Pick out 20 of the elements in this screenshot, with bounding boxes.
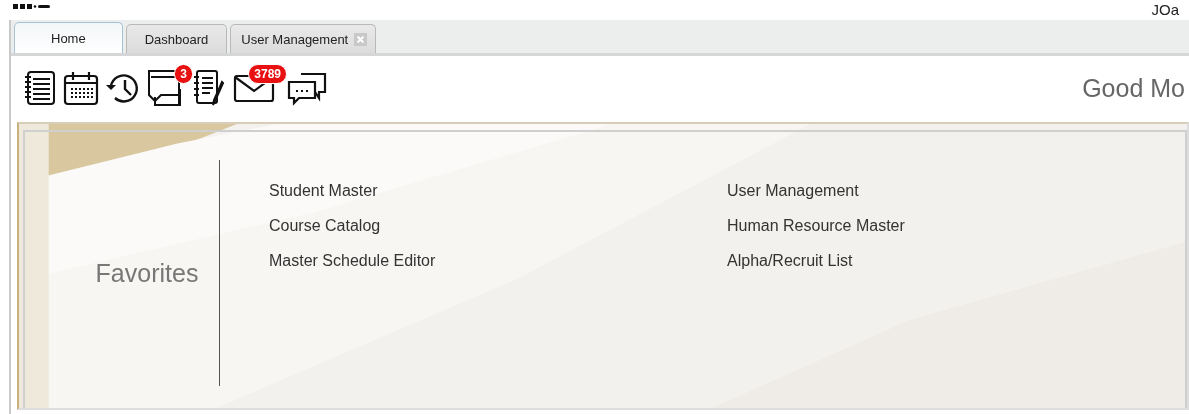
favorite-link[interactable]: Master Schedule Editor: [269, 252, 727, 270]
count-badge: 3: [174, 64, 193, 84]
count-badge: 3789: [248, 64, 287, 84]
tab[interactable]: Home: [14, 22, 123, 53]
logo-icon: [13, 2, 53, 10]
favorite-link[interactable]: User Management: [727, 182, 1185, 200]
tab[interactable]: Dashboard: [125, 24, 228, 53]
favorite-link[interactable]: Alpha/Recruit List: [727, 252, 1185, 270]
calendar-icon[interactable]: [63, 70, 99, 106]
tab[interactable]: User Management: [230, 24, 377, 53]
greeting-text: Good Mo: [1082, 73, 1185, 103]
notes-icon[interactable]: [147, 69, 181, 107]
user-name: JOa: [1151, 2, 1179, 17]
favorite-link[interactable]: Human Resource Master: [727, 217, 1185, 235]
chat-icon[interactable]: [287, 70, 327, 106]
notebook-icon[interactable]: [23, 70, 57, 106]
favorite-link[interactable]: Course Catalog: [269, 217, 727, 235]
notepad-pen-icon[interactable]: [193, 69, 227, 107]
favorites-title: Favorites: [95, 258, 199, 288]
favorite-link[interactable]: Student Master: [269, 182, 727, 200]
